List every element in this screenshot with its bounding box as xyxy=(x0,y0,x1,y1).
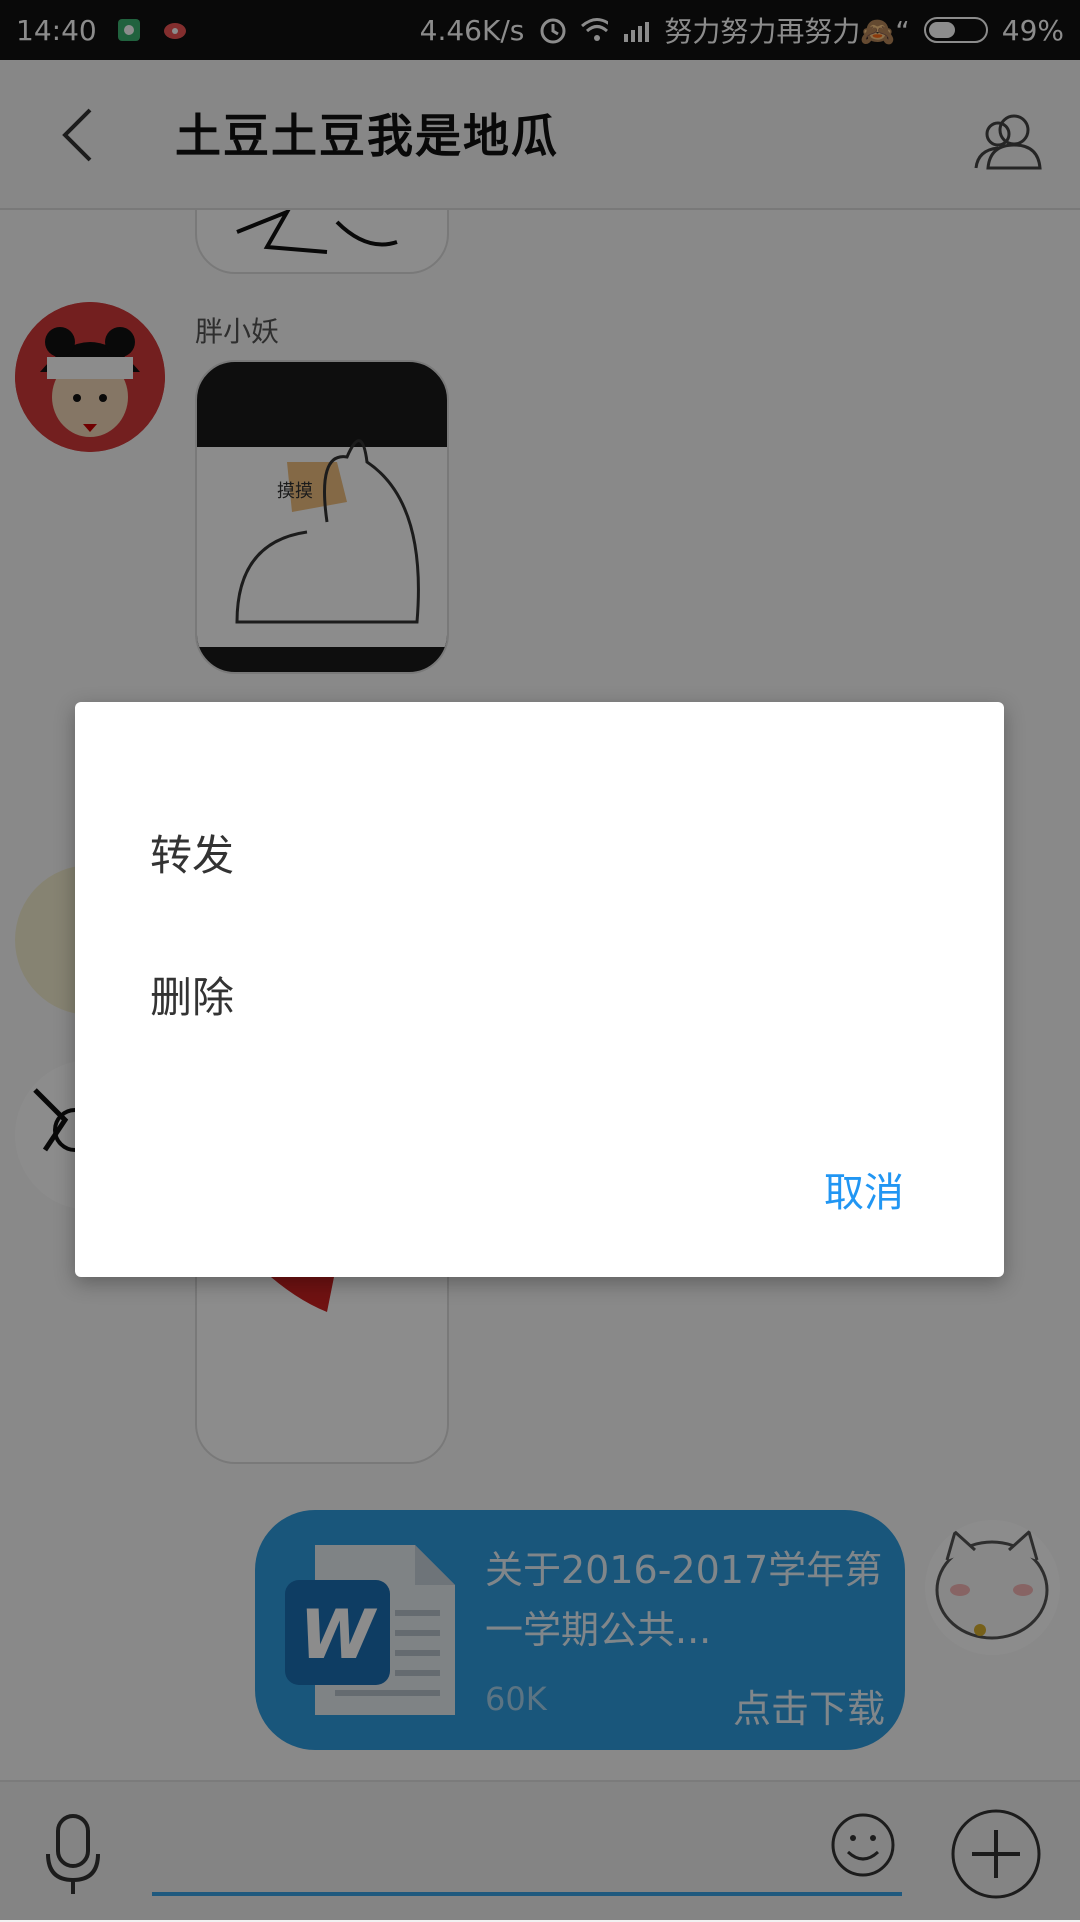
message-action-dialog: 转发 删除 取消 xyxy=(75,702,1004,1277)
delete-option[interactable]: 删除 xyxy=(150,964,234,1025)
cancel-button[interactable]: 取消 xyxy=(824,1160,904,1218)
forward-option[interactable]: 转发 xyxy=(150,822,234,883)
